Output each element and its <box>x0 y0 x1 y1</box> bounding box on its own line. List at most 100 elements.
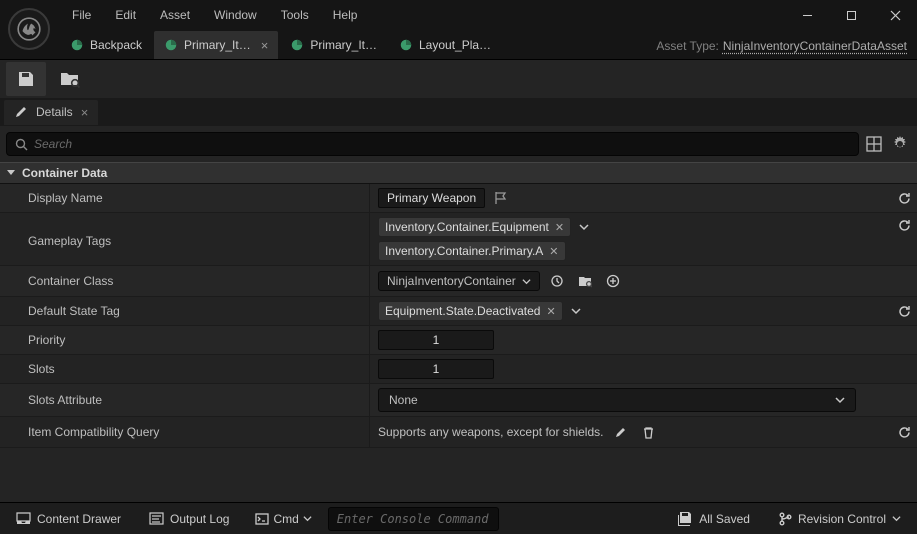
asset-type-prefix: Asset Type: <box>656 39 718 53</box>
search-box[interactable] <box>6 132 859 156</box>
window-controls <box>785 0 917 30</box>
property-matrix-icon[interactable] <box>863 133 885 155</box>
reset-spacer <box>891 326 917 354</box>
menu-edit[interactable]: Edit <box>103 2 148 28</box>
document-tabs: Backpack Primary_It… × Primary_It… Layou… <box>0 30 917 60</box>
close-button[interactable] <box>873 0 917 30</box>
tab-primary-2[interactable]: Primary_It… <box>280 31 387 59</box>
property-grid: Display Name Primary Weapon Gameplay Tag… <box>0 184 917 502</box>
expand-triangle-icon <box>6 168 16 178</box>
asset-type-link[interactable]: NinjaInventoryContainerDataAsset <box>723 39 907 53</box>
menu-tools[interactable]: Tools <box>269 2 321 28</box>
details-tab-close-icon[interactable]: × <box>81 105 89 120</box>
tag-remove-icon[interactable]: ✕ <box>546 305 555 318</box>
tab-primary-active[interactable]: Primary_It… × <box>154 31 278 59</box>
row-container-class: Container Class NinjaInventoryContainer <box>0 266 917 297</box>
row-default-state-tag: Default State Tag Equipment.State.Deacti… <box>0 297 917 326</box>
combo-value: None <box>389 393 418 407</box>
revision-control-button[interactable]: Revision Control <box>768 507 911 531</box>
chevron-down-icon <box>892 514 901 523</box>
create-new-icon[interactable] <box>602 270 624 292</box>
row-item-compat: Item Compatibility Query Supports any we… <box>0 417 917 448</box>
slots-input[interactable]: 1 <box>378 359 494 379</box>
row-gameplay-tags: Gameplay Tags Inventory.Container.Equipm… <box>0 213 917 266</box>
row-slots: Slots 1 <box>0 355 917 384</box>
minimize-button[interactable] <box>785 0 829 30</box>
edit-query-icon[interactable] <box>609 421 631 443</box>
class-value: NinjaInventoryContainer <box>387 274 516 288</box>
menu-window[interactable]: Window <box>202 2 269 28</box>
reset-spacer <box>891 266 917 296</box>
all-saved-label: All Saved <box>699 512 750 526</box>
tag-chip-primary[interactable]: Inventory.Container.Primary.A ✕ <box>378 241 566 261</box>
row-priority: Priority 1 <box>0 326 917 355</box>
reset-spacer <box>891 355 917 383</box>
details-tab[interactable]: Details × <box>4 100 98 125</box>
reset-button[interactable] <box>891 417 917 447</box>
use-selected-icon[interactable] <box>546 270 568 292</box>
drawer-icon <box>16 512 31 525</box>
tag-chip-equipment[interactable]: Inventory.Container.Equipment ✕ <box>378 217 571 237</box>
label-slots: Slots <box>0 355 370 383</box>
content-drawer-label: Content Drawer <box>37 512 121 526</box>
display-name-input[interactable]: Primary Weapon <box>378 188 485 208</box>
browse-to-icon[interactable] <box>574 270 596 292</box>
data-asset-icon <box>70 38 84 52</box>
label-display-name: Display Name <box>0 184 370 212</box>
tag-text: Inventory.Container.Equipment <box>385 220 549 234</box>
row-slots-attribute: Slots Attribute None <box>0 384 917 417</box>
tab-close-icon[interactable]: × <box>261 38 269 53</box>
clear-query-icon[interactable] <box>637 421 659 443</box>
container-class-combo[interactable]: NinjaInventoryContainer <box>378 271 540 291</box>
localize-flag-icon[interactable] <box>491 192 513 204</box>
chevron-down-icon <box>303 514 312 523</box>
chevron-down-icon <box>835 395 845 405</box>
search-input[interactable] <box>34 137 850 151</box>
editor-toolbar <box>0 60 917 98</box>
menu-file[interactable]: File <box>60 2 103 28</box>
menu-bar: File Edit Asset Window Tools Help <box>0 0 917 30</box>
browse-button[interactable] <box>50 62 90 96</box>
category-header-container-data[interactable]: Container Data <box>0 162 917 184</box>
label-gameplay-tags: Gameplay Tags <box>0 213 370 265</box>
console-command-input[interactable] <box>328 507 499 531</box>
menu-asset[interactable]: Asset <box>148 2 202 28</box>
tab-backpack[interactable]: Backpack <box>60 31 152 59</box>
label-slots-attribute: Slots Attribute <box>0 384 370 416</box>
tag-expand-icon[interactable] <box>577 222 591 232</box>
all-saved-button[interactable]: All Saved <box>667 507 760 531</box>
tag-remove-icon[interactable]: ✕ <box>555 221 564 234</box>
asset-type-label: Asset Type: NinjaInventoryContainerDataA… <box>646 33 917 59</box>
tag-expand-icon[interactable] <box>569 306 583 316</box>
output-log-button[interactable]: Output Log <box>139 507 239 531</box>
maximize-button[interactable] <box>829 0 873 30</box>
reset-spacer <box>891 384 917 416</box>
tab-label: Layout_Pla… <box>419 38 491 52</box>
revision-control-label: Revision Control <box>798 512 886 526</box>
data-asset-icon <box>164 38 178 52</box>
reset-button[interactable] <box>891 213 917 265</box>
unreal-logo-icon <box>8 8 50 50</box>
save-button[interactable] <box>6 62 46 96</box>
label-item-compat: Item Compatibility Query <box>0 417 370 447</box>
chevron-down-icon <box>522 277 531 286</box>
search-icon <box>15 138 28 151</box>
slots-attribute-combo[interactable]: None <box>378 388 856 412</box>
reset-button[interactable] <box>891 297 917 325</box>
output-log-label: Output Log <box>170 512 229 526</box>
content-drawer-button[interactable]: Content Drawer <box>6 507 131 531</box>
tab-label: Primary_It… <box>184 38 251 52</box>
menu-help[interactable]: Help <box>321 2 370 28</box>
tab-layout[interactable]: Layout_Pla… <box>389 31 501 59</box>
tag-remove-icon[interactable]: ✕ <box>549 245 558 258</box>
settings-icon[interactable] <box>889 133 911 155</box>
cmd-dropdown[interactable]: Cmd <box>247 507 319 531</box>
details-tab-label: Details <box>36 105 73 119</box>
label-default-state-tag: Default State Tag <box>0 297 370 325</box>
priority-input[interactable]: 1 <box>378 330 494 350</box>
state-tag-chip[interactable]: Equipment.State.Deactivated ✕ <box>378 301 563 321</box>
reset-button[interactable] <box>891 184 917 212</box>
save-stack-icon <box>677 512 693 526</box>
item-compat-text: Supports any weapons, except for shields… <box>378 425 603 439</box>
tag-text: Inventory.Container.Primary.A <box>385 244 543 258</box>
